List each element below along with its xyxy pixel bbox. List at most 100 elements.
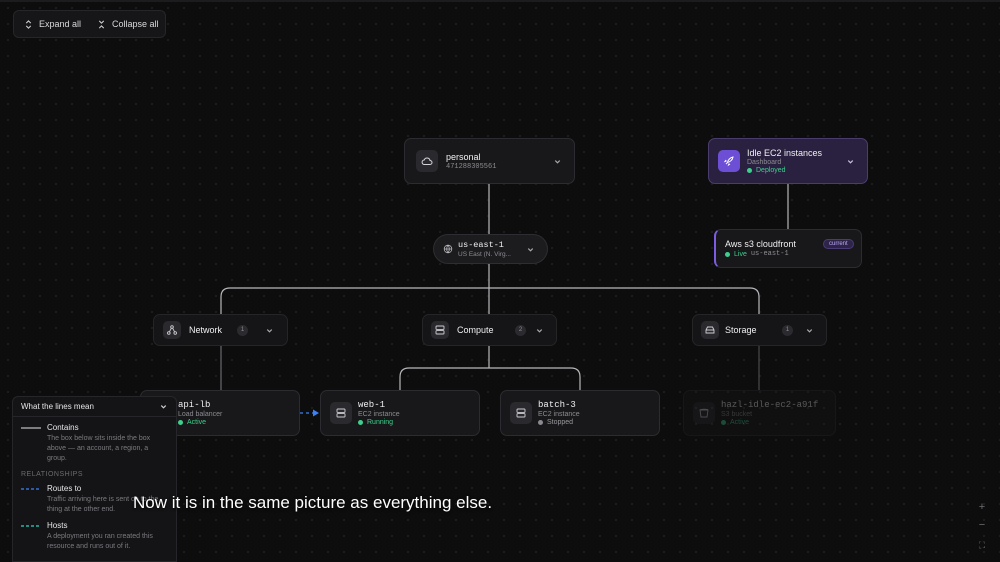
legend-contains-title: Contains [47, 423, 79, 432]
dashboard-node[interactable]: Idle EC2 instances Dashboard Deployed [708, 138, 868, 184]
s3-type: S3 bucket [721, 411, 753, 418]
storage-icon [705, 326, 715, 334]
batch-status: Stopped [538, 419, 580, 426]
dashboard-title: Idle EC2 instances [747, 148, 823, 158]
account-icon-box [416, 150, 438, 172]
cdn-region: us-east-1 [750, 250, 789, 258]
chevron-down-icon[interactable] [159, 402, 168, 411]
batch-type: EC2 instance [538, 411, 580, 418]
group-compute-count: 2 [515, 324, 526, 336]
cdn-status: Live us-east-1 [725, 250, 854, 258]
storage-icon-box [701, 321, 719, 339]
status-dot [538, 420, 543, 425]
group-storage-count: 1 [782, 324, 793, 336]
collapse-all-button[interactable]: Collapse all [97, 19, 159, 29]
current-badge: current [823, 239, 854, 249]
network-icon [167, 325, 177, 335]
group-network[interactable]: Network 1 [153, 314, 288, 346]
region-node[interactable]: us-east-1 US East (N. Virg... [433, 234, 548, 264]
cdn-node[interactable]: Aws s3 cloudfront current Live us-east-1 [714, 229, 862, 268]
legend-contains-desc: The box below sits inside the box above … [47, 435, 151, 462]
web-status: Running [358, 419, 400, 426]
region-name: US East (N. Virg... [458, 251, 511, 258]
legend-contains: Contains The box below sits inside the b… [13, 423, 176, 463]
api-type: Load balancer [178, 411, 223, 418]
legend-header[interactable]: What the lines mean [13, 397, 176, 417]
web-type: EC2 instance [358, 411, 400, 418]
edge-region-groups [220, 264, 760, 314]
legend-hosts-desc: A deployment you ran created this resour… [47, 532, 153, 550]
legend-hosts: Hosts A deployment you ran created this … [13, 521, 176, 552]
resource-web-1[interactable]: web-1 EC2 instance Running [320, 390, 480, 436]
legend-title: What the lines mean [21, 402, 94, 411]
edge-compute-resources [399, 346, 581, 390]
dashboard-icon-box [718, 150, 740, 172]
group-network-label: Network [189, 325, 223, 335]
chevron-down-icon[interactable] [805, 326, 814, 335]
group-compute[interactable]: Compute 2 [422, 314, 557, 346]
web-name: web-1 [358, 400, 386, 410]
group-storage-label: Storage [725, 325, 757, 335]
cloud-icon [421, 157, 433, 165]
status-dot [747, 168, 752, 173]
batch-status-label: Stopped [547, 419, 574, 426]
cdn-title: Aws s3 cloudfront [725, 239, 796, 249]
bucket-icon [699, 408, 709, 418]
group-network-count: 1 [237, 324, 248, 336]
status-dot [358, 420, 363, 425]
legend-section-label: RELATIONSHIPS [21, 471, 83, 479]
legend-panel: What the lines mean Contains The box bel… [12, 396, 177, 562]
expand-all-button[interactable]: Expand all [24, 19, 81, 29]
dashboard-subtitle: Dashboard [747, 159, 782, 166]
collapse-all-label: Collapse all [112, 19, 159, 29]
group-compute-label: Compute [457, 325, 494, 335]
chevron-down-icon[interactable] [553, 157, 562, 166]
account-node[interactable]: personal 471288305561 [404, 138, 575, 184]
expand-icon [25, 19, 32, 29]
cdn-status-label: Live [734, 250, 747, 258]
server-icon-box [330, 402, 352, 424]
chevron-down-icon[interactable] [526, 245, 535, 254]
compute-icon-box [431, 321, 449, 339]
network-icon-box [163, 321, 181, 339]
api-status-label: Active [187, 419, 207, 426]
s3-name: hazl-idle-ec2-a91f [721, 400, 819, 410]
account-id: 471288305561 [446, 162, 497, 171]
region-code: us-east-1 [458, 240, 504, 250]
dashboard-status-label: Deployed [756, 167, 786, 174]
solid-line-icon [21, 427, 41, 429]
status-dot [721, 420, 726, 425]
resource-s3-bucket[interactable]: hazl-idle-ec2-a91f S3 bucket Active [683, 390, 836, 436]
api-status: Active [178, 419, 222, 426]
edge-route-arrow [313, 409, 319, 417]
server-icon [516, 408, 526, 418]
s3-status: Active [721, 419, 818, 426]
dashed-blue-line-icon [21, 488, 41, 491]
zoom-in-button[interactable]: + [974, 500, 990, 514]
server-icon [336, 408, 346, 418]
api-name: api-lb [178, 400, 211, 410]
bucket-icon-box [693, 402, 715, 424]
rocket-icon [723, 156, 734, 167]
globe-icon [443, 244, 453, 254]
subtitle-caption: Now it is in the same picture as everyth… [133, 493, 493, 512]
web-status-label: Running [367, 419, 394, 426]
group-storage[interactable]: Storage 1 [692, 314, 827, 346]
status-dot [178, 420, 183, 425]
fit-view-button[interactable]: ⛶ [974, 538, 990, 552]
dashed-teal-line-icon [21, 525, 41, 527]
dashboard-status: Deployed [747, 167, 822, 174]
chevron-down-icon[interactable] [535, 326, 544, 335]
zoom-out-button[interactable]: − [974, 518, 990, 532]
expand-all-label: Expand all [39, 19, 82, 29]
chevron-down-icon[interactable] [846, 157, 855, 166]
resource-batch-3[interactable]: batch-3 EC2 instance Stopped [500, 390, 660, 436]
server-icon [435, 325, 445, 335]
status-dot [725, 251, 730, 257]
server-icon-box [510, 402, 532, 424]
batch-name: batch-3 [538, 400, 576, 410]
s3-status-label: Active [730, 419, 750, 426]
toolbar: Expand all Collapse all [13, 10, 166, 38]
chevron-down-icon[interactable] [265, 326, 274, 335]
account-name: personal [446, 151, 481, 162]
